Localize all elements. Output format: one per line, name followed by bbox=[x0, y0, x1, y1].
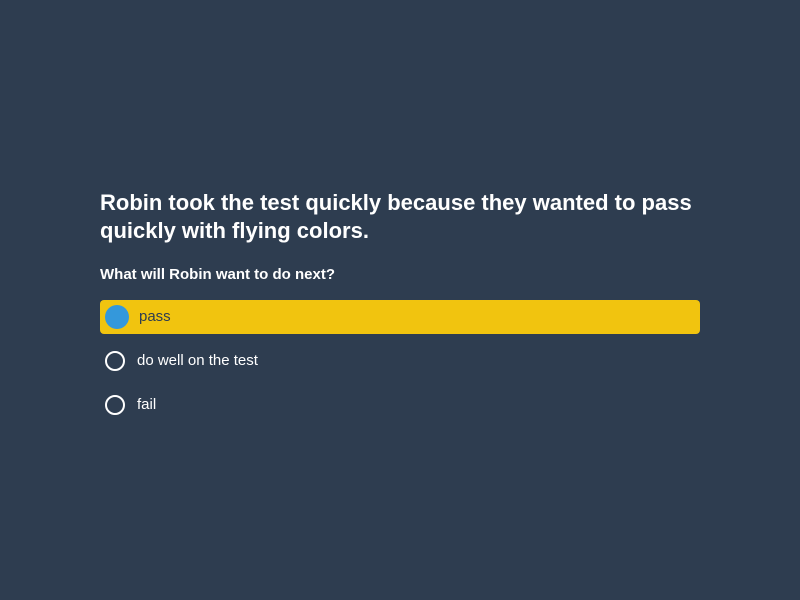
option-pass[interactable]: pass bbox=[100, 300, 700, 334]
option-label: do well on the test bbox=[137, 352, 258, 369]
option-do-well-on-the-test[interactable]: do well on the test bbox=[100, 344, 700, 378]
answer-options: pass do well on the test fail bbox=[100, 300, 700, 422]
quiz-statement: Robin took the test quickly because they… bbox=[100, 190, 692, 243]
quiz-container: Robin took the test quickly because they… bbox=[100, 189, 700, 432]
option-fail[interactable]: fail bbox=[100, 388, 700, 422]
radio-unselected-icon[interactable] bbox=[105, 351, 125, 371]
option-label: pass bbox=[139, 308, 171, 325]
option-label: fail bbox=[137, 396, 157, 413]
quiz-question: What will Robin want to do next? bbox=[100, 266, 335, 283]
radio-selected-icon[interactable] bbox=[105, 305, 129, 329]
radio-unselected-icon[interactable] bbox=[105, 395, 125, 415]
